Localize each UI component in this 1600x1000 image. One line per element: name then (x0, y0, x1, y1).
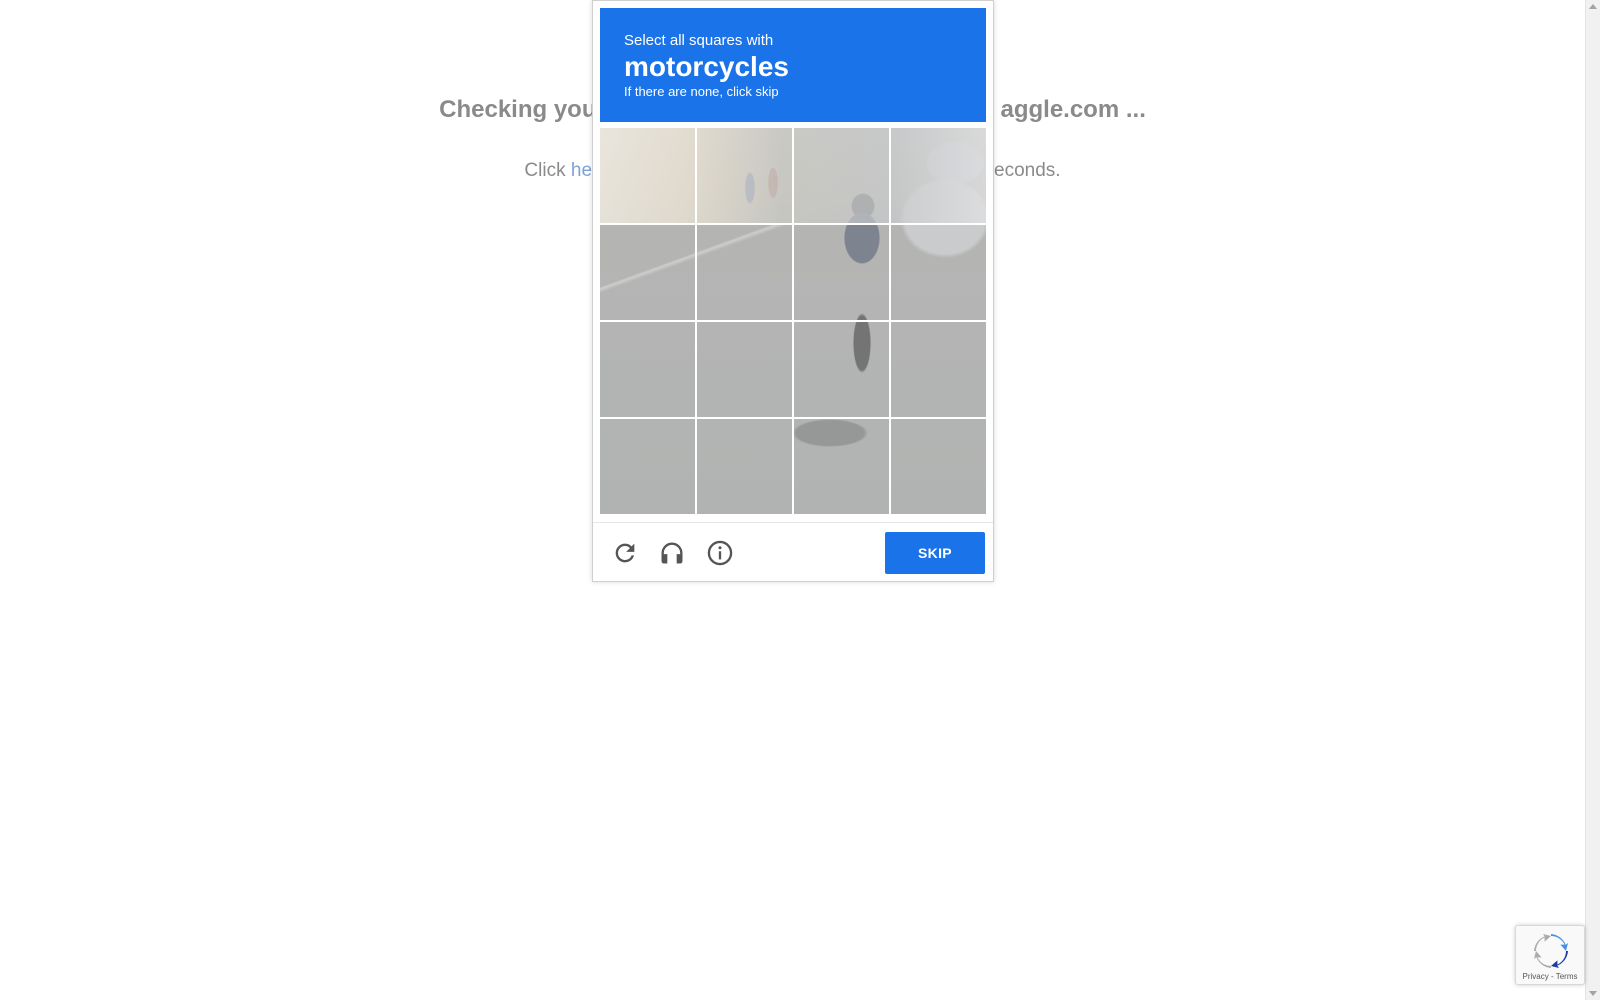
challenge-header: Select all squares with motorcycles If t… (600, 8, 986, 122)
page-heading-right: aggle.com ... (1000, 96, 1146, 123)
tile-image (891, 419, 986, 514)
image-tile[interactable] (794, 128, 889, 223)
tile-image (600, 128, 695, 223)
challenge-footer: SKIP (593, 522, 993, 582)
tile-image (697, 322, 792, 417)
tile-image (600, 322, 695, 417)
tile-image (697, 225, 792, 320)
image-tile[interactable] (600, 225, 695, 320)
image-tile[interactable] (697, 322, 792, 417)
instruction-text: Select all squares with (624, 32, 774, 49)
image-tile-grid (600, 128, 986, 514)
tile-image (697, 128, 792, 223)
headphones-icon[interactable] (658, 539, 686, 567)
skip-hint-text: If there are none, click skip (624, 84, 779, 99)
image-tile[interactable] (891, 419, 986, 514)
image-tile[interactable] (697, 128, 792, 223)
tile-image (891, 322, 986, 417)
tile-image (600, 225, 695, 320)
image-tile[interactable] (697, 419, 792, 514)
image-tile[interactable] (697, 225, 792, 320)
tile-image (697, 419, 792, 514)
privacy-terms-links[interactable]: Privacy - Terms (1516, 972, 1584, 981)
reload-icon[interactable] (611, 539, 639, 567)
target-object-label: motorcycles (624, 51, 789, 82)
scroll-down-arrow-icon[interactable] (1589, 991, 1597, 996)
tile-image (891, 225, 986, 320)
image-tile[interactable] (891, 322, 986, 417)
image-tile[interactable] (794, 419, 889, 514)
tile-image (891, 128, 986, 223)
image-tile[interactable] (600, 419, 695, 514)
image-tile[interactable] (600, 322, 695, 417)
tile-image (794, 419, 889, 514)
skip-button[interactable]: SKIP (885, 532, 985, 574)
tile-image (600, 419, 695, 514)
recaptcha-badge[interactable]: Privacy - Terms (1515, 925, 1585, 985)
page-subtext-suffix: econds. (994, 160, 1061, 181)
image-tile[interactable] (600, 128, 695, 223)
vertical-scrollbar[interactable] (1585, 0, 1600, 1000)
here-link[interactable]: he (571, 160, 592, 181)
tile-image (794, 225, 889, 320)
image-challenge: Select all squares with motorcycles If t… (592, 0, 994, 582)
tile-image (794, 128, 889, 223)
scroll-up-arrow-icon[interactable] (1589, 4, 1597, 9)
image-tile[interactable] (794, 225, 889, 320)
tile-image (794, 322, 889, 417)
recaptcha-logo-icon (1533, 933, 1569, 969)
info-icon[interactable] (706, 539, 734, 567)
page-subtext-prefix: Click (524, 160, 571, 181)
image-tile[interactable] (794, 322, 889, 417)
page-heading-left: Checking you (439, 96, 597, 123)
image-tile[interactable] (891, 225, 986, 320)
image-tile[interactable] (891, 128, 986, 223)
